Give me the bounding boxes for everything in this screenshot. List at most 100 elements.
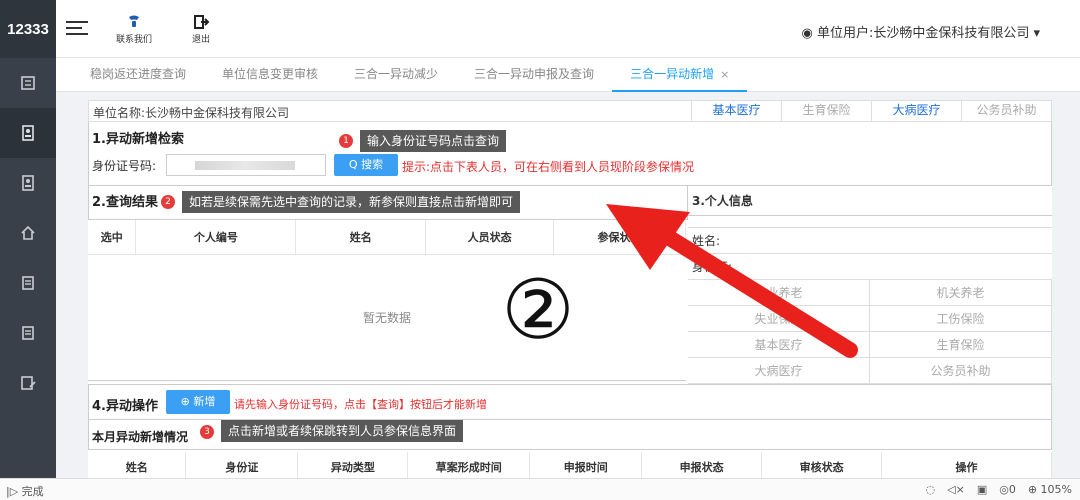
step-badge-3: 3 xyxy=(200,425,214,439)
blurred-value xyxy=(195,161,295,170)
section-3-title: 3.个人信息 xyxy=(688,186,1052,216)
zoom-icon: ⊕ xyxy=(1027,483,1041,496)
monthly-table: 姓名 身份证 异动类型 草案形成时间 申报时间 申报状态 审核状态 操作 xyxy=(88,452,1052,478)
insurance-status-grid: 企业养老 机关养老 失业保险 工伤保险 基本医疗 生育保险 大病医疗 公务员补助 xyxy=(688,280,1052,384)
tab-3[interactable]: 三合一异动申报及查询 xyxy=(456,58,612,92)
col-name: 姓名 xyxy=(295,220,427,255)
col-change-type: 异动类型 xyxy=(297,452,409,478)
sidebar: 12333 xyxy=(0,0,56,478)
page-tabs: 稳岗返还进度查询 单位信息变更审核 三合一异动减少 三合一异动申报及查询 三合一… xyxy=(56,58,1080,92)
mute-icon[interactable]: ◁× xyxy=(947,483,965,496)
sidebar-item-5[interactable] xyxy=(0,308,56,358)
section-5-title: 本月异动新增情况 xyxy=(92,430,189,444)
person-info-panel: 3.个人信息 姓名: 身份证: 企业养老 机关养老 失业保险 工伤保险 基本医疗… xyxy=(688,186,1052,384)
id-label: 身份证号码: xyxy=(92,159,157,173)
logout-label: 退出 xyxy=(191,35,210,45)
col-report-status: 申报状态 xyxy=(641,452,763,478)
tip-2: 如若是续保需先选中查询的记录，新参保则直接点击新增即可 xyxy=(182,191,521,213)
contact-label: 联系我们 xyxy=(115,35,152,45)
col-review-status: 审核状态 xyxy=(761,452,883,478)
col-actions: 操作 xyxy=(881,452,1052,478)
col-person-id: 个人编号 xyxy=(135,220,297,255)
close-icon[interactable]: × xyxy=(720,68,729,81)
logout-button[interactable]: 退出 xyxy=(181,14,221,45)
section-1-hint: 提示:点击下表人员，可在右侧看到人员现阶段参保情况 xyxy=(402,160,695,174)
ins-tab-basic-medical[interactable]: 基本医疗 xyxy=(691,101,781,121)
top-header: 联系我们 退出 ◉ 单位用户:长沙畅中金保科技有限公司 ▾ xyxy=(56,0,1080,58)
status-cell-4: 基本医疗 xyxy=(688,332,870,358)
sidebar-item-3[interactable] xyxy=(0,158,56,208)
list-icon xyxy=(22,276,34,290)
col-id: 身份证 xyxy=(185,452,299,478)
id-number-input[interactable] xyxy=(166,154,326,176)
status-cell-3: 工伤保险 xyxy=(870,306,1052,332)
sidebar-item-1[interactable] xyxy=(0,58,56,108)
result-table: 选中 个人编号 姓名 人员状态 参保状态 xyxy=(88,220,686,255)
contact-button[interactable]: 联系我们 xyxy=(114,14,154,45)
step-badge-2: 2 xyxy=(161,195,175,209)
ins-tab-civil-servant[interactable]: 公务员补助 xyxy=(961,101,1051,121)
phone-icon xyxy=(129,15,139,27)
status-bar: |▷ 完成 ◌ ◁× ▣ ◎0 ⊕ 105% xyxy=(0,478,1080,500)
tab-4-label: 三合一异动新增 xyxy=(630,67,715,81)
list-icon xyxy=(22,326,34,340)
col-name: 姓名 xyxy=(88,452,187,478)
status-cell-2: 失业保险 xyxy=(688,306,870,332)
eye-icon: ◎ xyxy=(999,483,1009,496)
person-id-label: 身份证: xyxy=(688,254,1052,280)
shield-icon[interactable]: ◌ xyxy=(926,483,936,496)
zoom[interactable]: ⊕ 105% xyxy=(1028,483,1072,496)
status-icon: |▷ xyxy=(6,485,22,498)
unit-name: 单位名称:长沙畅中金保科技有限公司 xyxy=(93,106,290,120)
status-cell-5: 生育保险 xyxy=(870,332,1052,358)
step-badge-1: 1 xyxy=(339,134,353,148)
tab-2[interactable]: 三合一异动减少 xyxy=(336,58,456,92)
ins-tab-serious-illness[interactable]: 大病医疗 xyxy=(871,101,961,121)
id-card-icon xyxy=(22,175,34,191)
unit-row: 单位名称:长沙畅中金保科技有限公司 基本医疗 生育保险 大病医疗 公务员补助 xyxy=(88,100,1052,122)
zoom-value: 105% xyxy=(1040,483,1072,496)
tab-1[interactable]: 单位信息变更审核 xyxy=(204,58,336,92)
col-report-time: 申报时间 xyxy=(529,452,643,478)
add-button[interactable]: ⊕ 新增 xyxy=(166,390,230,414)
tab-4[interactable]: 三合一异动新增 × xyxy=(612,58,748,92)
sidebar-item-2[interactable] xyxy=(0,108,56,158)
sidebar-item-home[interactable] xyxy=(0,208,56,258)
sidebar-item-4[interactable] xyxy=(0,258,56,308)
col-person-status: 人员状态 xyxy=(425,220,555,255)
counter[interactable]: ◎0 xyxy=(999,483,1016,496)
status-cell-6: 大病医疗 xyxy=(688,358,870,384)
tab-0[interactable]: 稳岗返还进度查询 xyxy=(72,58,204,92)
tip-1: 输入身份证号码点击查询 xyxy=(360,130,507,152)
empty-state: 暂无数据 xyxy=(88,256,686,381)
menu-toggle-icon[interactable] xyxy=(66,21,88,37)
section-1-title: 1.异动新增检索 xyxy=(92,132,184,147)
section-4-box xyxy=(88,384,1052,420)
tip-3: 点击新增或者续保跳转到人员参保信息界面 xyxy=(221,420,464,442)
chevron-down-icon: ▾ xyxy=(1029,26,1040,41)
user-icon: ◉ xyxy=(801,26,817,41)
col-select: 选中 xyxy=(88,220,137,255)
status-cell-7: 公务员补助 xyxy=(870,358,1052,384)
col-insurance-status: 参保状态 xyxy=(553,220,686,255)
edit-document-icon xyxy=(21,376,36,390)
lock-icon[interactable]: ▣ xyxy=(977,483,987,496)
search-button[interactable]: Q 搜索 xyxy=(334,154,398,176)
counter-value: 0 xyxy=(1008,483,1016,496)
main-content: 单位名称:长沙畅中金保科技有限公司 基本医疗 生育保险 大病医疗 公务员补助 1… xyxy=(88,100,1052,478)
status-cell-0: 企业养老 xyxy=(688,280,870,306)
logout-icon xyxy=(194,15,210,29)
user-menu[interactable]: ◉ 单位用户:长沙畅中金保科技有限公司 ▾ xyxy=(801,22,1040,41)
section-2-title: 2.查询结果 xyxy=(92,195,158,210)
document-icon xyxy=(21,76,35,90)
insurance-tabs: 基本医疗 生育保险 大病医疗 公务员补助 xyxy=(691,101,1051,121)
ins-tab-maternity[interactable]: 生育保险 xyxy=(781,101,871,121)
sidebar-item-6[interactable] xyxy=(0,358,56,408)
status-cell-1: 机关养老 xyxy=(870,280,1052,306)
user-text: 单位用户:长沙畅中金保科技有限公司 xyxy=(816,26,1030,41)
col-draft-time: 草案形成时间 xyxy=(407,452,531,478)
app-logo: 12333 xyxy=(0,0,56,58)
id-card-icon xyxy=(22,125,34,141)
status-right: ◌ ◁× ▣ ◎0 ⊕ 105% xyxy=(926,483,1072,496)
person-name-label: 姓名: xyxy=(688,228,1052,254)
